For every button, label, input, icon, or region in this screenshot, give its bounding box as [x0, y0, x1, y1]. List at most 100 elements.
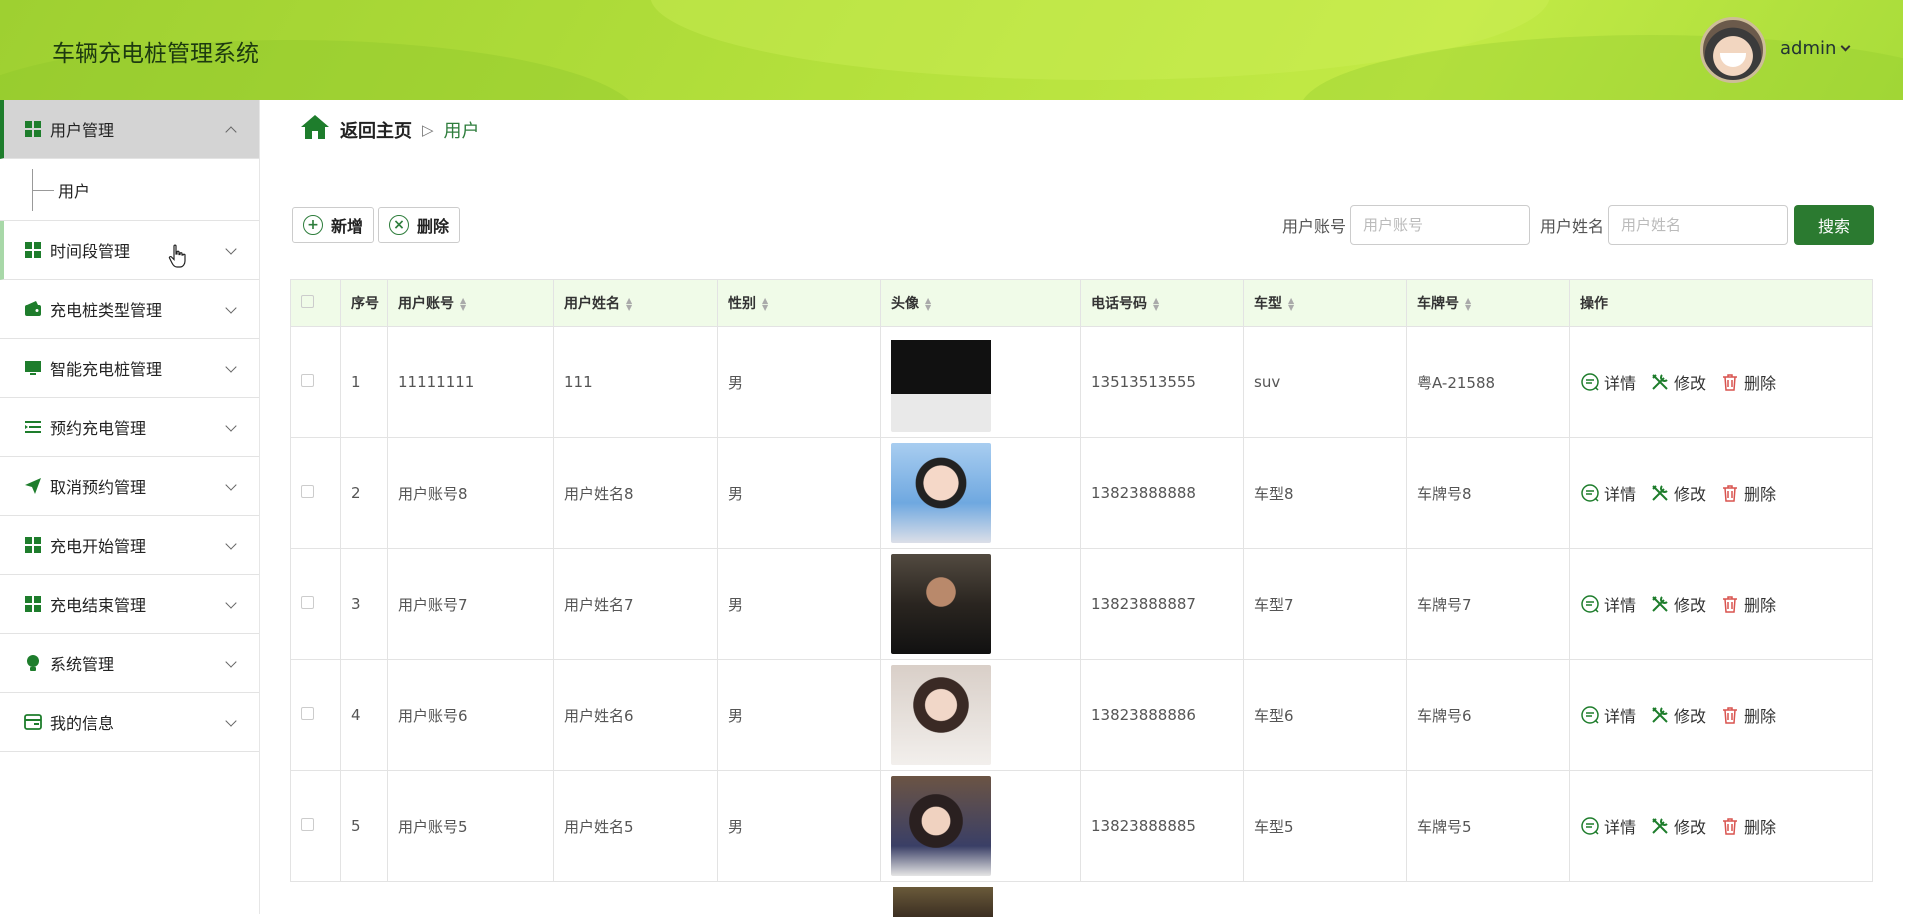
- row-select-cell[interactable]: [290, 548, 341, 660]
- sort-icon[interactable]: ▲ ▼: [1465, 297, 1471, 312]
- chevron-down-icon: [225, 243, 237, 255]
- avatar[interactable]: [1700, 17, 1766, 83]
- close-circle-icon: ×: [389, 215, 410, 235]
- detail-icon: [1581, 817, 1599, 835]
- tools-icon: [1652, 707, 1668, 723]
- col-header-name[interactable]: 用户姓名 ▲ ▼: [553, 279, 718, 327]
- batch-delete-button[interactable]: × 删除: [378, 207, 461, 243]
- row-select-cell[interactable]: [290, 659, 341, 771]
- sidebar-item-time-slot[interactable]: 时间段管理: [0, 221, 259, 280]
- sort-icon[interactable]: ▲ ▼: [1288, 297, 1294, 312]
- account-search-input[interactable]: [1350, 205, 1531, 245]
- sidebar: 用户管理 用户 时间段管理 充电桩类型管理 智能充电桩管理 预约充电管理 取消预…: [0, 100, 260, 914]
- user-avatar-photo[interactable]: [891, 332, 991, 432]
- delete-button[interactable]: 删除: [1720, 592, 1776, 616]
- cell-index: 5: [340, 770, 388, 882]
- user-avatar-photo[interactable]: [891, 443, 991, 543]
- delete-button[interactable]: 删除: [1720, 814, 1776, 838]
- row-checkbox[interactable]: [301, 596, 314, 609]
- sidebar-item-charge-start[interactable]: 充电开始管理: [0, 516, 259, 575]
- user-menu[interactable]: admin: [1780, 38, 1851, 59]
- pointer-cursor-icon: [168, 244, 186, 274]
- cell-name: 111: [553, 326, 718, 438]
- sidebar-item-charge-end[interactable]: 充电结束管理: [0, 575, 259, 634]
- trash-icon: [1723, 374, 1738, 391]
- table-row: 1 11111111 111 男 13513513555 suv 粤A-2158…: [290, 326, 1873, 438]
- row-select-cell[interactable]: [290, 770, 341, 882]
- chevron-down-icon: [225, 479, 237, 491]
- edit-label: 修改: [1674, 707, 1707, 726]
- search-bar: 用户账号 用户姓名 搜索: [1282, 205, 1875, 245]
- sort-icon[interactable]: ▲ ▼: [460, 297, 466, 312]
- select-all-header[interactable]: [290, 279, 341, 327]
- breadcrumb-home-link[interactable]: 返回主页: [340, 117, 412, 143]
- detail-button[interactable]: 详情: [1580, 592, 1636, 616]
- name-search-input[interactable]: [1608, 205, 1789, 245]
- sidebar-item-smart-pile[interactable]: 智能充电桩管理: [0, 339, 259, 398]
- sidebar-item-label: 充电开始管理: [50, 537, 147, 556]
- col-header-plate[interactable]: 车牌号 ▲ ▼: [1406, 279, 1570, 327]
- detail-button[interactable]: 详情: [1580, 703, 1636, 727]
- grid-icon: [24, 536, 42, 554]
- detail-button[interactable]: 详情: [1580, 814, 1636, 838]
- edit-button[interactable]: 修改: [1650, 481, 1706, 505]
- sidebar-subitem-user[interactable]: 用户: [0, 159, 259, 221]
- edit-button[interactable]: 修改: [1650, 814, 1706, 838]
- edit-button[interactable]: 修改: [1650, 592, 1706, 616]
- col-header-gender[interactable]: 性别 ▲ ▼: [717, 279, 881, 327]
- sidebar-item-pile-type[interactable]: 充电桩类型管理: [0, 280, 259, 339]
- cell-plate: 车牌号7: [1406, 548, 1570, 660]
- row-select-cell[interactable]: [290, 326, 341, 438]
- user-avatar-photo[interactable]: [891, 776, 991, 876]
- row-checkbox[interactable]: [301, 818, 314, 831]
- delete-button[interactable]: 删除: [1720, 370, 1776, 394]
- row-checkbox[interactable]: [301, 707, 314, 720]
- detail-icon: [1581, 706, 1599, 724]
- sidebar-item-cancel-reservation[interactable]: 取消预约管理: [0, 457, 259, 516]
- col-header-avatar[interactable]: 头像 ▲ ▼: [880, 279, 1081, 327]
- col-header-account[interactable]: 用户账号 ▲ ▼: [387, 279, 554, 327]
- user-avatar-photo[interactable]: [891, 554, 991, 654]
- col-header-index: 序号: [340, 279, 388, 327]
- cell-phone: 13823888887: [1080, 548, 1244, 660]
- trash-icon: [1723, 818, 1738, 835]
- sidebar-subitem-label: 用户: [58, 181, 91, 201]
- sort-icon[interactable]: ▲ ▼: [762, 297, 768, 312]
- cell-phone: 13823888886: [1080, 659, 1244, 771]
- col-header-phone[interactable]: 电话号码 ▲ ▼: [1080, 279, 1244, 327]
- sidebar-item-reservation[interactable]: 预约充电管理: [0, 398, 259, 457]
- col-header-model[interactable]: 车型 ▲ ▼: [1243, 279, 1407, 327]
- search-button[interactable]: 搜索: [1794, 205, 1875, 245]
- detail-button[interactable]: 详情: [1580, 370, 1636, 394]
- edit-button[interactable]: 修改: [1650, 703, 1706, 727]
- name-label: 用户姓名: [1540, 217, 1605, 236]
- cell-name: 用户姓名8: [553, 437, 718, 549]
- sidebar-item-label: 智能充电桩管理: [50, 360, 163, 379]
- sidebar-item-my-info[interactable]: 我的信息: [0, 693, 259, 752]
- add-button[interactable]: + 新增: [292, 207, 375, 243]
- home-icon[interactable]: [300, 114, 330, 145]
- sort-icon[interactable]: ▲ ▼: [925, 297, 931, 312]
- breadcrumb-current: 用户: [443, 120, 480, 142]
- sidebar-item-system[interactable]: 系统管理: [0, 634, 259, 693]
- row-checkbox[interactable]: [301, 374, 314, 387]
- user-avatar-photo[interactable]: [893, 887, 993, 917]
- delete-button[interactable]: 删除: [1720, 703, 1776, 727]
- table-header-row: 序号 用户账号 ▲ ▼ 用户姓名 ▲ ▼ 性别 ▲ ▼ 头像 ▲ ▼ 电话号码 ▲ ▼ 车型 ▲ ▼ 车…: [290, 279, 1873, 327]
- sort-icon[interactable]: ▲ ▼: [1153, 297, 1159, 312]
- detail-icon: [1581, 373, 1599, 391]
- delete-button[interactable]: 删除: [1720, 481, 1776, 505]
- breadcrumb: 返回主页 ▷ 用户: [300, 114, 480, 145]
- sort-icon[interactable]: ▲ ▼: [626, 297, 632, 312]
- edit-button[interactable]: 修改: [1650, 370, 1706, 394]
- cell-actions: 详情 修改 删除: [1569, 548, 1873, 660]
- sidebar-item-user-management[interactable]: 用户管理: [0, 100, 259, 159]
- wallet-icon: [24, 300, 42, 318]
- select-all-checkbox[interactable]: [301, 294, 314, 308]
- row-select-cell[interactable]: [290, 437, 341, 549]
- row-checkbox[interactable]: [301, 485, 314, 498]
- sidebar-item-label: 预约充电管理: [50, 419, 147, 438]
- detail-button[interactable]: 详情: [1580, 481, 1636, 505]
- cell-model: 车型7: [1243, 548, 1407, 660]
- user-avatar-photo[interactable]: [891, 665, 991, 765]
